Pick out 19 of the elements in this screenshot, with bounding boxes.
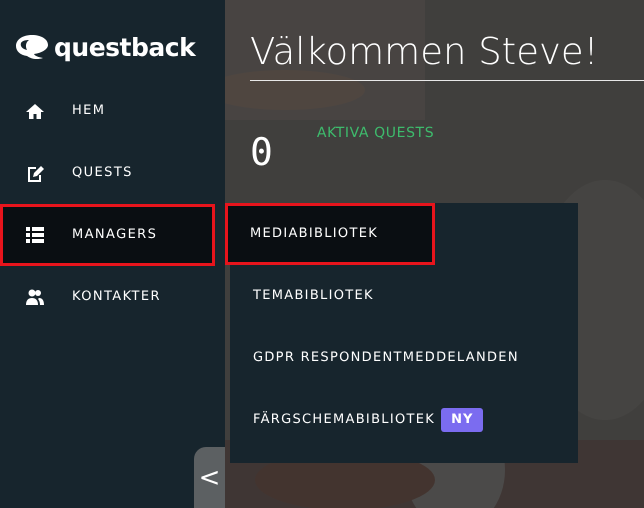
- collapse-button[interactable]: <: [194, 447, 225, 508]
- new-badge: NY: [441, 408, 484, 432]
- nav-item[interactable]: HEM: [0, 80, 215, 142]
- nav-item[interactable]: MANAGERS: [0, 204, 215, 266]
- home-icon: [25, 102, 45, 120]
- nav-item[interactable]: KONTAKTER: [0, 266, 215, 328]
- page-title: Välkommen Steve!: [250, 30, 644, 82]
- edit-icon: [25, 164, 45, 182]
- menu-item-label: FÄRGSCHEMABIBLIOTEK: [253, 410, 436, 430]
- stat-label: AKTIVA QUESTS: [316, 124, 434, 144]
- nav-item[interactable]: QUESTS: [0, 142, 215, 204]
- list-icon: [25, 226, 45, 244]
- menu-item[interactable]: MEDIABIBLIOTEK: [225, 203, 435, 265]
- logo-text: questback: [54, 34, 196, 60]
- menu-item[interactable]: GDPR RESPONDENTMEDDELANDEN: [230, 327, 578, 389]
- menu-item[interactable]: TEMABIBLIOTEK: [230, 265, 578, 327]
- logo-icon: [14, 33, 50, 61]
- people-icon: [25, 288, 45, 306]
- stat-value: 0: [250, 133, 273, 172]
